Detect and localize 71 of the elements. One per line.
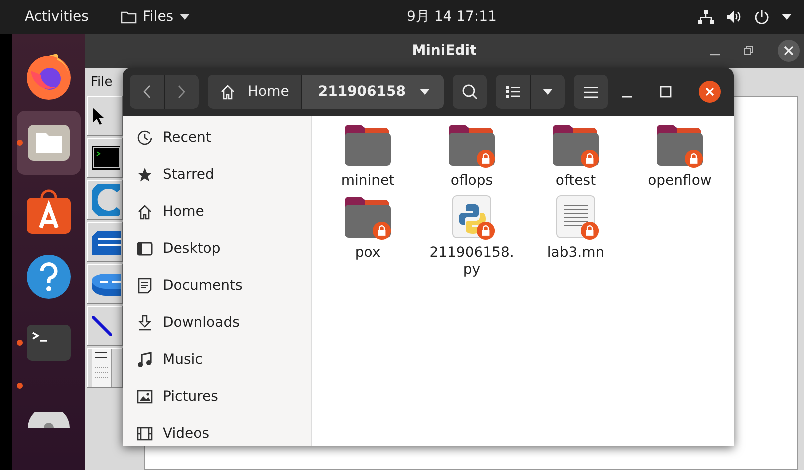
- text-document-item[interactable]: lab3.mn: [524, 194, 628, 279]
- caret-icon[interactable]: [782, 14, 792, 20]
- document-icon: [137, 278, 153, 294]
- window-title: MiniEdit: [412, 43, 477, 59]
- home-icon: [137, 204, 153, 220]
- view-list-button[interactable]: [496, 75, 530, 109]
- sidebar-item[interactable]: Documents: [123, 267, 311, 304]
- line-icon: [92, 316, 112, 336]
- help-icon[interactable]: [26, 254, 72, 300]
- shopping-bag-icon[interactable]: [26, 188, 70, 234]
- monitor-icon: [92, 146, 120, 170]
- star-icon: [137, 166, 153, 182]
- python-script-item[interactable]: 211906158. py: [420, 194, 524, 279]
- chevron-right-icon: [178, 85, 186, 99]
- search-icon: [462, 84, 478, 100]
- home-icon: [220, 84, 236, 100]
- search-button[interactable]: [453, 75, 488, 109]
- view-options-button[interactable]: [531, 75, 566, 109]
- sidebar-item[interactable]: Home: [123, 193, 311, 230]
- list-icon: [506, 86, 520, 98]
- activities-button[interactable]: Activities: [0, 0, 101, 34]
- close-icon[interactable]: [699, 81, 721, 103]
- picture-icon: [137, 388, 153, 404]
- terminal-icon[interactable]: [26, 325, 70, 361]
- sidebar-item[interactable]: Downloads: [123, 304, 311, 341]
- sidebar-item[interactable]: Pictures: [123, 378, 311, 415]
- path-button[interactable]: Home: [208, 75, 302, 109]
- tool-button[interactable]: [87, 306, 123, 346]
- folder-item[interactable]: oflops: [420, 122, 524, 190]
- router-icon: [92, 271, 121, 297]
- controller-icon: [92, 184, 120, 216]
- switch-icon: [92, 229, 121, 255]
- tool-button[interactable]: [87, 222, 123, 262]
- tool-button[interactable]: [87, 348, 123, 388]
- clock[interactable]: 9月 14 17:11: [407, 0, 497, 34]
- app-menu[interactable]: Files: [110, 0, 200, 34]
- folder-item[interactable]: mininet: [316, 122, 420, 190]
- sidebar-item[interactable]: Starred: [123, 156, 311, 193]
- server-icon: [92, 349, 112, 387]
- cursor-icon: [92, 107, 106, 125]
- sidebar-item[interactable]: Videos: [123, 415, 311, 446]
- sidebar-item[interactable]: Recent: [123, 119, 311, 156]
- desktop-icon: [137, 240, 153, 256]
- menu-button[interactable]: [574, 75, 608, 109]
- maximize-icon[interactable]: [660, 86, 672, 98]
- clock-icon: [137, 130, 153, 146]
- volume-icon[interactable]: [726, 10, 742, 24]
- restore-icon[interactable]: [744, 46, 754, 56]
- menu-bar-item[interactable]: File: [89, 72, 115, 92]
- folder-icon: [343, 122, 393, 169]
- path-button[interactable]: 211906158: [302, 75, 444, 109]
- film-icon: [137, 426, 153, 442]
- chevron-left-icon: [143, 85, 151, 99]
- caret-icon: [180, 14, 190, 20]
- network-icon[interactable]: [698, 10, 714, 24]
- sidebar-item[interactable]: Desktop: [123, 230, 311, 267]
- tool-button[interactable]: [87, 138, 123, 178]
- menu-icon: [584, 86, 598, 98]
- power-icon[interactable]: [754, 9, 770, 25]
- folder-item[interactable]: openflow: [628, 122, 732, 190]
- folder-icon[interactable]: [26, 124, 70, 162]
- folder-item[interactable]: pox: [316, 194, 420, 279]
- tool-button[interactable]: [87, 264, 123, 304]
- download-icon: [137, 314, 153, 330]
- folder-item[interactable]: oftest: [524, 122, 628, 190]
- sidebar-item[interactable]: Music: [123, 341, 311, 378]
- dock-highlight[interactable]: [16, 111, 80, 175]
- music-note-icon: [137, 352, 153, 368]
- folder-icon: [120, 10, 137, 24]
- tool-button[interactable]: [87, 96, 123, 136]
- close-icon[interactable]: [778, 40, 800, 62]
